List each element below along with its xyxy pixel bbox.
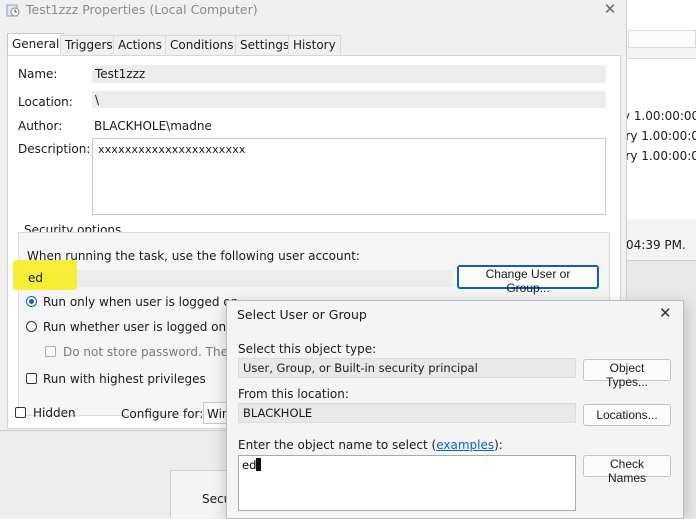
tab-settings[interactable]: Settings (235, 35, 295, 54)
enter-label-suffix: ): (494, 438, 503, 452)
window-title: Test1zzz Properties (Local Computer) (26, 2, 258, 17)
background-task-list: ry 1.00:00:00 ir ery 1.00:00:00 i ery 1.… (618, 58, 696, 219)
select-dialog-title: Select User or Group (237, 307, 367, 322)
highest-privileges-checkbox[interactable] (26, 373, 37, 384)
no-store-password-checkbox[interactable] (45, 346, 56, 357)
hidden-checkbox[interactable] (15, 407, 26, 418)
tab-conditions[interactable]: Conditions (165, 35, 239, 54)
examples-link[interactable]: examples (436, 438, 494, 452)
select-close-button[interactable]: ✕ (659, 304, 672, 322)
enter-label-prefix: Enter the object name to select ( (238, 438, 437, 452)
tab-triggers[interactable]: Triggers (60, 35, 118, 54)
task-scheduler-icon (6, 4, 20, 17)
user-account-field (13, 270, 453, 287)
location-field: BLACKHOLE (238, 403, 576, 423)
no-store-password-label: Do not store password. The tas (63, 345, 251, 359)
author-label: Author: (18, 119, 63, 133)
from-location-label: From this location: (238, 387, 349, 401)
run-logged-on-label: Run only when user is logged on (43, 295, 239, 309)
text-cursor (256, 458, 261, 471)
list-item: ery 1.00:00:00 i (618, 149, 696, 163)
account-prompt: When running the task, use the following… (27, 249, 360, 263)
title-bar: Test1zzz Properties (Local Computer) ✕ (0, 0, 626, 22)
background-time-text: 04:39 PM. (626, 238, 686, 252)
location-label: Location: (18, 95, 73, 109)
object-type-field: User, Group, or Built-in security princi… (238, 358, 576, 378)
run-whether-label: Run whether user is logged on or n (43, 320, 254, 334)
author-value: BLACKHOLE\madne (94, 119, 212, 133)
tab-actions[interactable]: Actions (113, 35, 167, 54)
user-account-value: ed (28, 271, 43, 285)
hidden-label: Hidden (33, 406, 76, 420)
configure-label: Configure for: (121, 407, 204, 421)
locations-button[interactable]: Locations... (583, 404, 671, 426)
background-header-bar (628, 30, 696, 48)
background-toolbar (626, 0, 696, 48)
close-icon: ✕ (603, 0, 617, 18)
tab-general[interactable]: General (7, 33, 65, 55)
background-bottom-pane: Secu (0, 430, 231, 518)
description-label: Description: (18, 142, 91, 156)
select-user-dialog: Select User or Group ✕ Select this objec… (226, 300, 684, 519)
description-field[interactable]: xxxxxxxxxxxxxxxxxxxxxx (92, 138, 606, 215)
change-user-button[interactable]: Change User or Group... (457, 265, 599, 295)
enter-object-name-label: Enter the object name to select (example… (238, 438, 503, 452)
close-icon: ✕ (659, 304, 672, 322)
yellow-highlight (13, 260, 77, 290)
object-types-button[interactable]: Object Types... (583, 359, 671, 389)
name-field[interactable]: Test1zzz (92, 65, 606, 83)
run-logged-on-radio[interactable] (26, 296, 37, 307)
run-whether-radio[interactable] (26, 321, 37, 332)
check-names-button[interactable]: Check Names (583, 455, 671, 485)
highest-privileges-label: Run with highest privileges (43, 372, 206, 386)
object-type-label: Select this object type: (238, 342, 377, 356)
list-item: ry 1.00:00:00 ir (618, 109, 696, 123)
location-field: \ (92, 91, 606, 108)
object-name-input[interactable]: ed (238, 455, 576, 511)
name-label: Name: (18, 67, 58, 81)
tab-history[interactable]: History (288, 35, 341, 54)
close-button[interactable]: ✕ (600, 0, 620, 19)
list-item: ery 1.00:00:00 i (618, 129, 696, 143)
